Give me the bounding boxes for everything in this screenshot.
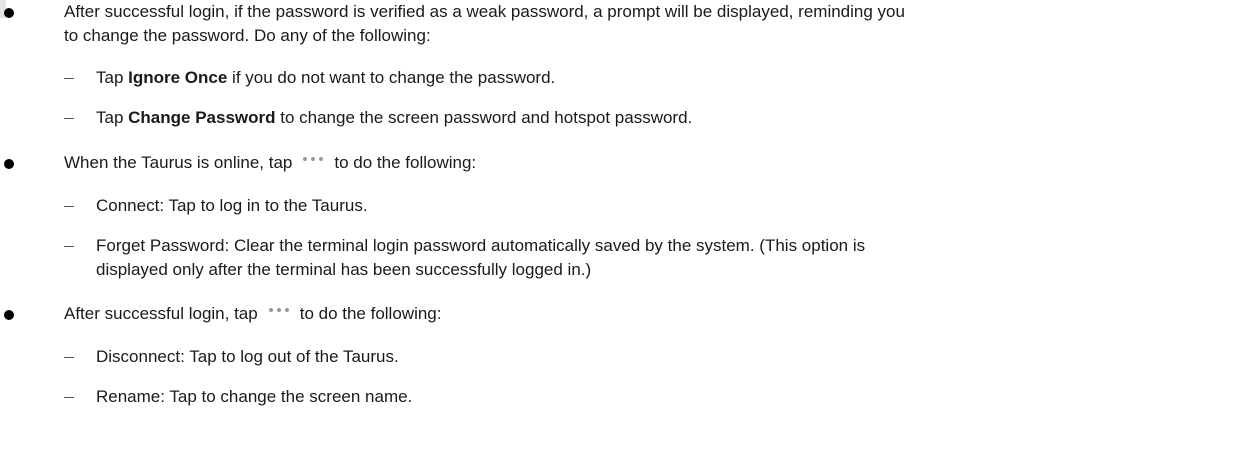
more-dots-icon (296, 155, 330, 173)
dash-marker (64, 246, 74, 247)
dash-marker (64, 206, 74, 207)
dash-marker (64, 78, 74, 79)
sub-text: Rename: Tap to change the screen name. (96, 387, 413, 406)
bullet-text-post: to do the following: (334, 153, 477, 172)
bullet-text: After successful login, if the password … (64, 0, 1249, 48)
document-page: After successful login, if the password … (0, 0, 1255, 452)
sub-text-post: if you do not want to change the passwor… (227, 68, 556, 87)
ignore-once-label: Ignore Once (128, 68, 228, 87)
sub-text-post: to change the screen password and hotspo… (275, 108, 693, 127)
bullet-text-post: to do the following: (299, 304, 442, 323)
sub-text: Disconnect: Tap to log out of the Taurus… (96, 347, 399, 366)
dash-marker (64, 357, 74, 358)
sub-text-pre: Tap (96, 68, 129, 87)
sub-text: Forget Password: Clear the terminal logi… (96, 234, 1246, 282)
dash-marker (64, 118, 74, 119)
sub-text-line: displayed only after the terminal has be… (96, 260, 592, 279)
bullet-dot (4, 310, 14, 320)
bullet-text: After successful login, tap to do the fol… (64, 302, 1249, 326)
sub-text-pre: Tap (96, 108, 129, 127)
more-dots-icon (262, 306, 296, 324)
bullet-text-line: to change the password. Do any of the fo… (64, 26, 431, 45)
change-password-label: Change Password (128, 108, 276, 127)
bullet-text-pre: When the Taurus is online, tap (64, 153, 293, 172)
sub-text-line: Forget Password: Clear the terminal logi… (96, 236, 866, 255)
dash-marker (64, 397, 74, 398)
sub-text: Connect: Tap to log in to the Taurus. (96, 196, 368, 215)
bullet-dot (4, 159, 14, 169)
bullet-text: When the Taurus is online, tap to do the … (64, 151, 1249, 175)
sub-text: Tap Change Password to change the screen… (96, 106, 1246, 130)
bullet-dot (4, 8, 14, 18)
sub-text: Tap Ignore Once if you do not want to ch… (96, 66, 1246, 90)
bullet-text-line: After successful login, if the password … (64, 2, 905, 21)
bullet-text-pre: After successful login, tap (64, 304, 258, 323)
